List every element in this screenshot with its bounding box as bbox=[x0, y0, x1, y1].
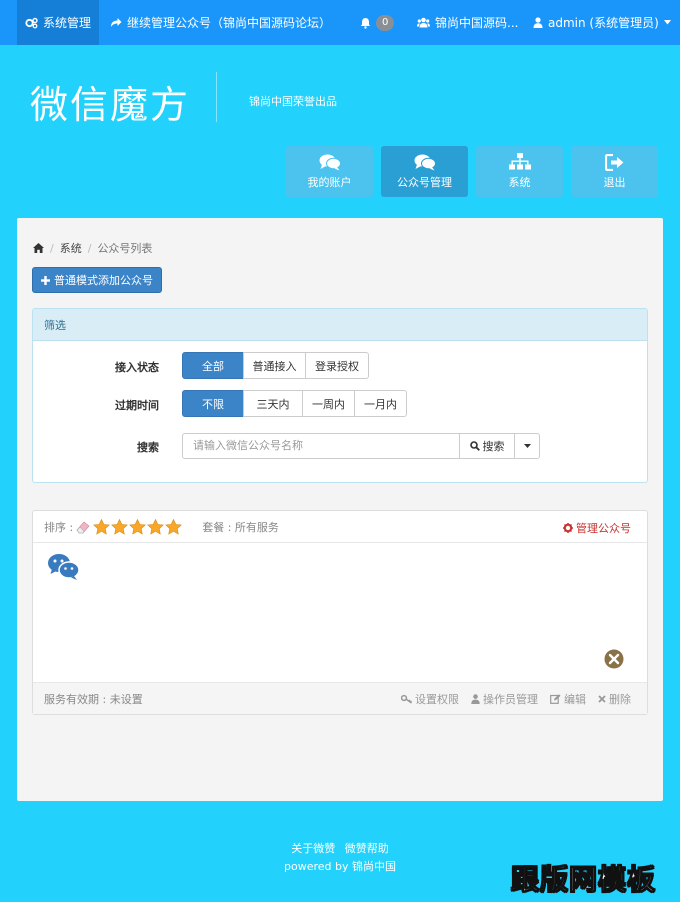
search-label: 搜索 bbox=[137, 441, 159, 454]
sitemap-icon bbox=[508, 153, 531, 170]
expire-option-week[interactable]: 一周内 bbox=[302, 390, 355, 417]
comments-icon bbox=[319, 154, 341, 170]
nav-system-manage-label: 系统管理 bbox=[42, 16, 91, 30]
caret-down-icon bbox=[663, 20, 671, 25]
manage-account-link[interactable]: 管理公众号 bbox=[563, 520, 631, 536]
cogs-icon bbox=[25, 17, 38, 28]
main-panel: / 系统 / 公众号列表 普通模式添加公众号 筛选 接入状态 全部 普通接入 登… bbox=[17, 218, 663, 801]
expire-time-group: 不限 三天内 一周内 一月内 bbox=[182, 390, 407, 417]
brand-divider bbox=[216, 72, 217, 122]
share-icon bbox=[111, 18, 122, 27]
nav-notifications[interactable]: 0 bbox=[360, 0, 395, 45]
account-actions: 设置权限 操作员管理 编辑 删除 bbox=[401, 691, 631, 707]
tile-logout-label: 退出 bbox=[603, 175, 626, 189]
manage-account-label: 管理公众号 bbox=[576, 522, 631, 535]
edit-icon bbox=[550, 694, 561, 704]
package-label: 套餐 : 所有服务 bbox=[202, 520, 279, 534]
account-card-footer: 服务有效期 : 未设置 设置权限 操作员管理 编辑 删除 bbox=[33, 682, 647, 714]
access-status-label: 接入状态 bbox=[115, 361, 159, 374]
set-permission-button[interactable]: 设置权限 bbox=[401, 691, 459, 707]
comments-icon bbox=[414, 154, 436, 170]
tile-account-manage[interactable]: 公众号管理 bbox=[381, 146, 468, 197]
nav-group[interactable]: 锦尚中国源码... bbox=[417, 0, 518, 45]
watermark: 跟版网模板 bbox=[510, 863, 657, 897]
close-circle-icon[interactable] bbox=[604, 649, 624, 669]
delete-button[interactable]: 删除 bbox=[598, 691, 631, 707]
breadcrumb: / 系统 / 公众号列表 bbox=[33, 240, 152, 256]
expire-time-label: 过期时间 bbox=[115, 399, 159, 412]
footer-help-link[interactable]: 微赞帮助 bbox=[345, 842, 389, 855]
user-icon bbox=[533, 17, 543, 28]
star-icon[interactable] bbox=[129, 518, 147, 535]
account-card: 排序 : 套餐 : 所有服务 管理公众号 服务有效期: 未设置 设置权限 操作… bbox=[32, 510, 648, 715]
search-dropdown-toggle[interactable] bbox=[514, 433, 540, 459]
user-icon bbox=[471, 694, 480, 704]
brand-slogan: 锦尚中国荣誉出品 bbox=[249, 95, 337, 108]
operator-manage-button[interactable]: 操作员管理 bbox=[471, 691, 538, 707]
operator-manage-label: 操作员管理 bbox=[483, 693, 538, 706]
search-button-label: 搜索 bbox=[482, 440, 505, 453]
sign-out-icon bbox=[604, 153, 623, 171]
expire-option-3days[interactable]: 三天内 bbox=[243, 390, 303, 417]
users-icon bbox=[417, 17, 430, 28]
tile-my-account[interactable]: 我的账户 bbox=[286, 146, 373, 197]
tile-my-account-label: 我的账户 bbox=[307, 175, 352, 189]
nav-continue-manage[interactable]: 继续管理公众号（锦尚中国源码论坛） bbox=[110, 0, 331, 45]
bell-icon bbox=[360, 17, 371, 29]
expire-option-month[interactable]: 一月内 bbox=[354, 390, 407, 417]
add-account-label: 普通模式添加公众号 bbox=[54, 274, 153, 287]
set-permission-label: 设置权限 bbox=[415, 693, 459, 706]
tile-logout[interactable]: 退出 bbox=[571, 146, 658, 197]
delete-label: 删除 bbox=[609, 693, 631, 706]
nav-group-label: 锦尚中国源码... bbox=[435, 16, 519, 30]
search-icon bbox=[469, 441, 480, 451]
gear-icon bbox=[563, 523, 573, 533]
wechat-icon bbox=[48, 554, 80, 580]
caret-down-icon bbox=[523, 444, 531, 448]
access-option-all[interactable]: 全部 bbox=[182, 352, 244, 379]
access-status-group: 全部 普通接入 登录授权 bbox=[182, 352, 369, 379]
tile-system-label: 系统 bbox=[508, 176, 531, 189]
tile-account-manage-label: 公众号管理 bbox=[397, 175, 452, 189]
expire-option-any[interactable]: 不限 bbox=[182, 390, 244, 417]
sort-rating bbox=[76, 518, 183, 535]
nav-user-label: admin (系统管理员) bbox=[548, 16, 659, 30]
breadcrumb-current: 公众号列表 bbox=[97, 242, 153, 255]
key-icon bbox=[401, 694, 412, 704]
filter-title: 筛选 bbox=[33, 309, 647, 341]
filter-panel: 筛选 接入状态 全部 普通接入 登录授权 过期时间 不限 三天内 一周内 一月内… bbox=[32, 308, 648, 483]
nav-continue-manage-label: 继续管理公众号（锦尚中国源码论坛） bbox=[127, 16, 332, 30]
breadcrumb-separator: / bbox=[50, 241, 54, 255]
notification-badge: 0 bbox=[376, 14, 395, 31]
star-icon[interactable] bbox=[111, 518, 129, 535]
search-input[interactable]: 请输入微信公众号名称 bbox=[182, 433, 460, 459]
star-icon[interactable] bbox=[165, 518, 183, 535]
eraser-icon[interactable] bbox=[76, 520, 92, 534]
account-card-header: 排序 : 套餐 : 所有服务 管理公众号 bbox=[33, 511, 647, 543]
edit-label: 编辑 bbox=[564, 693, 586, 706]
tile-system[interactable]: 系统 bbox=[476, 146, 563, 197]
star-icon[interactable] bbox=[147, 518, 165, 535]
top-navbar: 系统管理 继续管理公众号（锦尚中国源码论坛） 0 锦尚中国源码... admin… bbox=[0, 0, 680, 45]
star-icon[interactable] bbox=[93, 518, 111, 535]
edit-button[interactable]: 编辑 bbox=[550, 691, 586, 707]
add-account-button[interactable]: 普通模式添加公众号 bbox=[32, 267, 162, 293]
nav-user-menu[interactable]: admin (系统管理员) bbox=[533, 0, 671, 45]
access-option-oauth[interactable]: 登录授权 bbox=[305, 352, 369, 379]
breadcrumb-separator: / bbox=[87, 241, 92, 255]
footer-about-link[interactable]: 关于微赞 bbox=[291, 842, 335, 855]
breadcrumb-system[interactable]: 系统 bbox=[60, 240, 82, 256]
service-validity: 服务有效期 : 未设置 bbox=[44, 692, 143, 706]
access-option-normal[interactable]: 普通接入 bbox=[243, 352, 306, 379]
times-icon bbox=[598, 695, 606, 703]
brand-logo: 微信魔方 bbox=[30, 83, 191, 127]
nav-system-manage[interactable]: 系统管理 bbox=[17, 0, 99, 45]
footer-links: 关于微赞 微赞帮助 bbox=[0, 840, 680, 856]
plus-icon bbox=[41, 275, 50, 285]
home-icon[interactable] bbox=[33, 243, 44, 253]
search-button[interactable]: 搜索 bbox=[459, 433, 515, 459]
sort-label: 排序 : bbox=[44, 520, 74, 534]
